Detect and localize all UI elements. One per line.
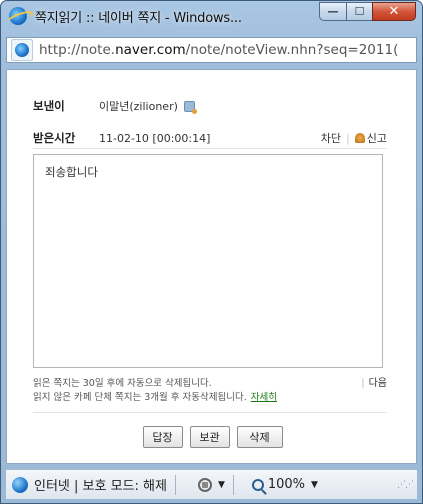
url-host: naver.com <box>115 42 186 58</box>
next-link[interactable]: 다음 <box>369 378 387 389</box>
resize-grip-icon[interactable]: ⋰⋰ <box>397 480 414 490</box>
next-separator: | <box>361 378 365 389</box>
page-icon <box>11 39 33 61</box>
add-contact-icon[interactable] <box>183 100 197 114</box>
notice-line-2: 읽지 않은 카페 단체 쪽지는 3개월 후 자동삭제됩니다. 자세히 <box>33 391 387 405</box>
notice-line-2-text: 읽지 않은 카페 단체 쪽지는 3개월 후 자동삭제됩니다. <box>33 392 247 403</box>
address-bar[interactable]: http://note.naver.com/note/noteView.nhn?… <box>6 37 417 63</box>
security-zone-text[interactable]: 인터넷 | 보호 모드: 해제 <box>34 475 167 494</box>
received-time-value: 11-02-10 [00:00:14] <box>99 131 211 145</box>
minimize-icon: — <box>327 5 339 18</box>
report-link[interactable]: 신고 <box>367 130 387 146</box>
next-note: | 다음 <box>361 377 387 391</box>
message-text: 죄송합니다 <box>45 165 98 179</box>
window-controls: — ☐ ✕ <box>319 2 416 21</box>
browser-window: 쪽지읽기 :: 네이버 쪽지 - Windows... — ☐ ✕ http:/… <box>0 0 423 504</box>
notice-line-1: 읽은 쪽지는 30일 후에 자동으로 삭제됩니다. <box>33 378 212 389</box>
received-time-label: 받은시간 <box>33 131 76 145</box>
action-buttons: 답장 보관 삭제 <box>7 426 418 448</box>
url-path: /note/noteView.nhn?seq=2011( <box>185 42 399 58</box>
delete-button[interactable]: 삭제 <box>236 426 283 448</box>
url-prefix: http://note. <box>39 42 116 58</box>
status-separator <box>174 474 176 495</box>
status-separator <box>232 474 234 495</box>
block-link[interactable]: 차단 <box>321 130 341 146</box>
divider <box>33 412 387 413</box>
detail-link[interactable]: 자세히 <box>251 392 277 403</box>
deletion-notice: 읽은 쪽지는 30일 후에 자동으로 삭제됩니다. 읽지 않은 카페 단체 쪽지… <box>33 377 387 405</box>
zoom-level: 100% <box>267 477 306 492</box>
url-text[interactable]: http://note.naver.com/note/noteView.nhn?… <box>39 42 398 58</box>
divider <box>33 148 387 149</box>
internet-explorer-icon <box>15 43 29 57</box>
zoom-icon <box>251 478 264 491</box>
status-bar: 인터넷 | 보호 모드: 해제 ▼ 100% ▼ ⋰⋰ <box>6 469 417 499</box>
note-actions: 차단 | 신고 <box>321 130 387 146</box>
report-icon <box>354 133 365 143</box>
sender-label: 보낸이 <box>33 99 65 113</box>
reply-button[interactable]: 답장 <box>142 426 183 448</box>
save-button[interactable]: 보관 <box>189 426 230 448</box>
sender-value[interactable]: 이말년(zilioner) <box>99 98 178 114</box>
internet-zone-icon <box>12 476 28 493</box>
maximize-button[interactable]: ☐ <box>346 2 372 21</box>
close-button[interactable]: ✕ <box>372 2 416 21</box>
received-time-row: 받은시간 11-02-10 [00:00:14] 차단 | 신고 <box>33 130 387 146</box>
zoom-control[interactable]: 100% ▼ <box>251 477 318 492</box>
note-view-content: 보낸이 이말년(zilioner) 받은시간 11-02-10 [00:00:1… <box>6 69 417 464</box>
message-body[interactable]: 죄송합니다 <box>33 154 383 368</box>
maximize-icon: ☐ <box>354 5 365 18</box>
close-icon: ✕ <box>388 4 400 19</box>
window-title: 쪽지읽기 :: 네이버 쪽지 - Windows... <box>35 10 242 26</box>
sender-row: 보낸이 이말년(zilioner) <box>33 98 197 114</box>
chevron-down-icon: ▼ <box>217 479 225 490</box>
protected-mode-tools[interactable]: ▼ <box>197 477 225 492</box>
minimize-button[interactable]: — <box>319 2 346 21</box>
action-separator: | <box>346 131 350 145</box>
chevron-down-icon: ▼ <box>311 479 318 490</box>
protected-mode-icon <box>197 477 212 492</box>
internet-explorer-icon <box>9 7 27 25</box>
title-bar[interactable]: 쪽지읽기 :: 네이버 쪽지 - Windows... — ☐ ✕ <box>1 1 422 31</box>
